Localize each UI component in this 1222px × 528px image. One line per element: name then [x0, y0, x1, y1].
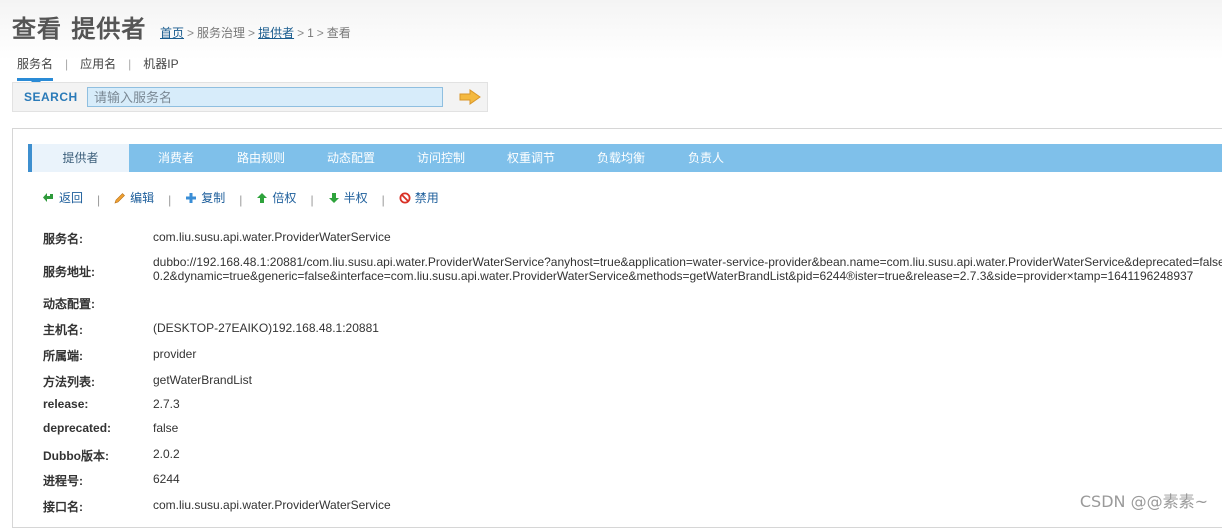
field-value: 2.0.2 [153, 447, 180, 461]
field-label: release: [43, 397, 89, 411]
search-tab-app-name[interactable]: 应用名 [80, 55, 116, 72]
field-value: 6244 [153, 472, 180, 486]
field-label: Dubbo版本: [43, 449, 109, 463]
field-value: false [153, 421, 179, 435]
breadcrumb: 首页 > 服务治理 > 提供者 >1 > 查看 [160, 26, 351, 40]
field-value: com.liu.susu.api.water.ProviderWaterServ… [153, 498, 391, 512]
tab-access-control[interactable]: 访问控制 [411, 144, 471, 172]
double-weight-button[interactable]: 倍权 [256, 189, 296, 206]
detail-panel: 提供者 消费者 路由规则 动态配置 访问控制 权重调节 负载均衡 负责人 返回 … [12, 128, 1222, 528]
field-label: 服务名: [43, 232, 83, 246]
pencil-icon [114, 192, 126, 203]
field-value-cont: 0.2&dynamic=true&generic=false&interface… [153, 269, 1194, 283]
search-tab-machine-ip[interactable]: 机器IP [143, 55, 178, 72]
tab-routes[interactable]: 路由规则 [231, 144, 291, 172]
breadcrumb-home-link[interactable]: 首页 [160, 26, 184, 40]
arrow-up-icon [257, 192, 268, 203]
back-button[interactable]: 返回 [43, 189, 83, 206]
search-input[interactable] [87, 87, 443, 107]
field-label: 主机名: [43, 323, 83, 337]
field-label: 接口名: [43, 500, 83, 514]
copy-button[interactable]: 复制 [185, 189, 225, 206]
forbidden-icon [399, 192, 411, 203]
back-label: 返回 [59, 191, 84, 205]
plus-icon [186, 192, 197, 203]
arrow-down-icon [328, 192, 339, 203]
search-type-tabs: 服务名 | 应用名 | 机器IP [17, 55, 179, 86]
breadcrumb-id: 1 [307, 26, 314, 40]
field-label: 动态配置: [43, 297, 95, 311]
field-value: com.liu.susu.api.water.ProviderWaterServ… [153, 230, 391, 244]
field-label: 服务地址: [43, 265, 95, 279]
field-value: provider [153, 347, 197, 361]
half-weight-label: 半权 [343, 191, 368, 205]
arrow-right-icon[interactable] [459, 89, 481, 105]
breadcrumb-view: 查看 [326, 26, 351, 40]
watermark: CSDN @@素素~ [1079, 492, 1208, 511]
half-weight-button[interactable]: 半权 [328, 189, 368, 206]
disable-button[interactable]: 禁用 [399, 189, 439, 206]
search-label: SEARCH [24, 90, 78, 104]
search-box: SEARCH [12, 82, 488, 112]
field-value: (DESKTOP-27EAIKO)192.168.48.1:20881 [153, 321, 379, 335]
search-tab-service-name[interactable]: 服务名 [17, 55, 54, 86]
tab-consumers[interactable]: 消费者 [146, 144, 206, 172]
double-weight-label: 倍权 [272, 191, 297, 205]
back-icon [43, 192, 53, 202]
page-title: 查看 提供者 [12, 15, 147, 43]
edit-button[interactable]: 编辑 [114, 189, 154, 206]
breadcrumb-provider-link[interactable]: 提供者 [258, 26, 294, 40]
copy-label: 复制 [201, 191, 226, 205]
tab-load-balance[interactable]: 负载均衡 [591, 144, 651, 172]
field-label: 所属端: [43, 349, 83, 363]
field-value: getWaterBrandList [153, 373, 252, 387]
edit-label: 编辑 [130, 191, 155, 205]
tab-providers[interactable]: 提供者 [28, 144, 129, 172]
field-value: dubbo://192.168.48.1:20881/com.liu.susu.… [153, 255, 1222, 269]
tab-bar: 提供者 消费者 路由规则 动态配置 访问控制 权重调节 负载均衡 负责人 [28, 144, 1222, 172]
field-label: deprecated: [43, 421, 112, 435]
tab-dynamic-config[interactable]: 动态配置 [321, 144, 381, 172]
disable-label: 禁用 [414, 191, 439, 205]
field-label: 进程号: [43, 474, 83, 488]
field-value: 2.7.3 [153, 397, 180, 411]
action-toolbar: 返回 | 编辑 | 复制 | 倍权 | 半权 | 禁用 [43, 189, 439, 207]
tab-owner[interactable]: 负责人 [681, 144, 731, 172]
field-label: 方法列表: [43, 375, 95, 389]
tab-weight[interactable]: 权重调节 [501, 144, 561, 172]
breadcrumb-governance: 服务治理 [197, 26, 246, 40]
